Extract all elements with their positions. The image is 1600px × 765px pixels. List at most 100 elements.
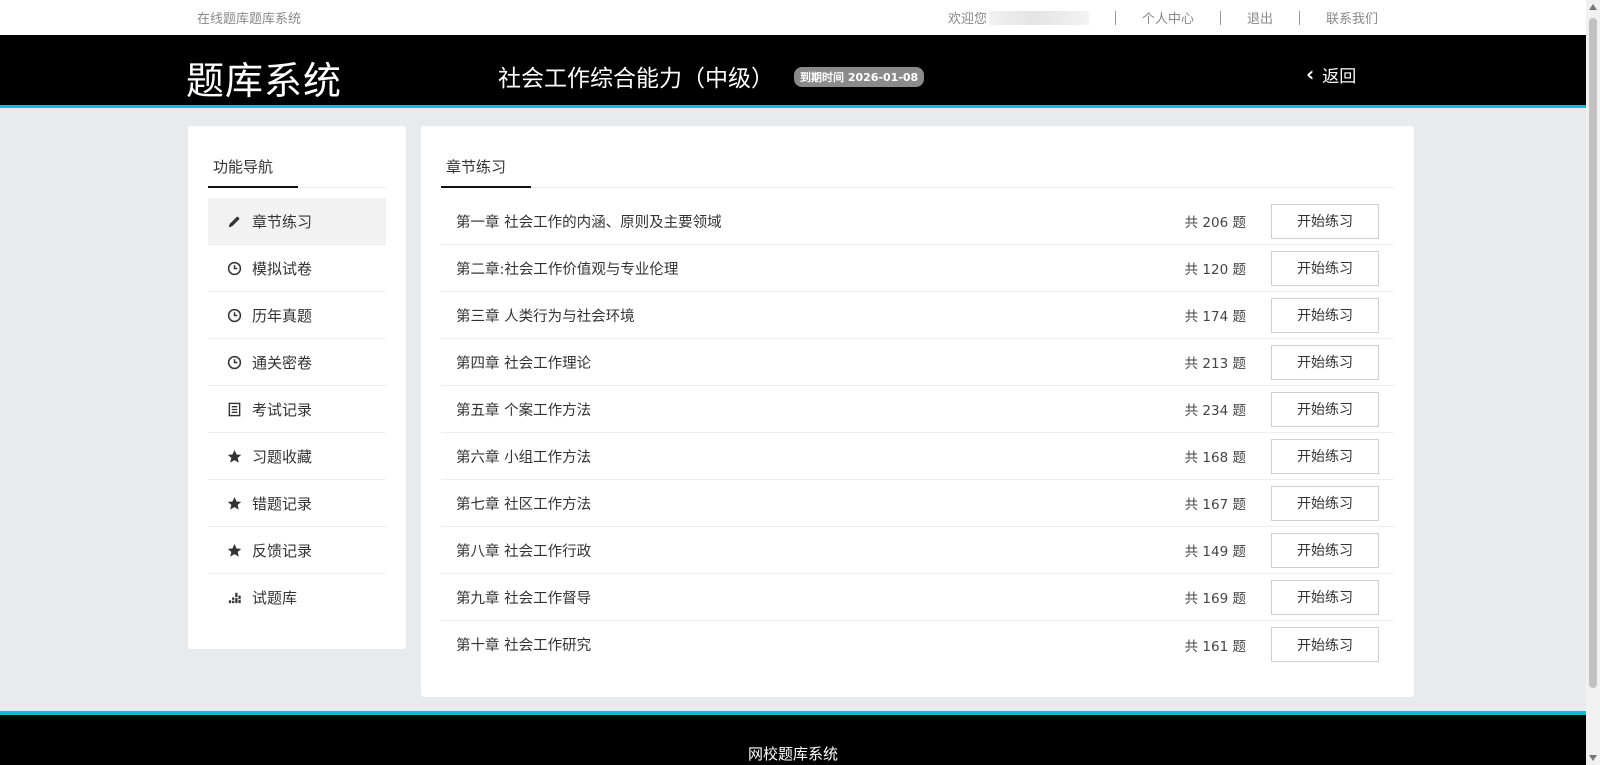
question-count: 共 206 题 (1184, 215, 1246, 231)
scroll-up-arrow-icon[interactable] (1589, 4, 1597, 10)
star-icon (226, 542, 242, 558)
chapter-name: 第四章 社会工作理论 (456, 355, 592, 372)
page: 在线题库题库系统 欢迎您 个人中心 退出 联系我们 题库系统 社会工作综合能力（… (0, 0, 1600, 765)
sidebar-item-secret-papers[interactable]: 通关密卷 (208, 339, 386, 386)
chapter-row: 第五章 个案工作方法 共 234 题 开始练习 (441, 386, 1394, 433)
sidebar-item-wrong-answers[interactable]: 错题记录 (208, 480, 386, 527)
chapter-name: 第一章 社会工作的内涵、原则及主要领域 (456, 214, 722, 231)
sidebar-item-mock-exam[interactable]: 模拟试卷 (208, 245, 386, 292)
sidebar-item-chapter-practice[interactable]: 章节练习 (208, 198, 386, 245)
panel-title: 章节练习 (446, 158, 507, 176)
sidebar-item-label: 反馈记录 (252, 541, 313, 560)
start-practice-button[interactable]: 开始练习 (1271, 297, 1379, 333)
clock-icon (226, 307, 242, 323)
chapter-name: 第九章 社会工作督导 (456, 590, 592, 607)
question-count: 共 234 题 (1184, 403, 1246, 419)
sidebar-title: 功能导航 (213, 158, 274, 176)
scrollbar-thumb[interactable] (1589, 18, 1597, 688)
start-practice-button[interactable]: 开始练习 (1271, 203, 1379, 239)
top-utility-bar: 在线题库题库系统 欢迎您 个人中心 退出 联系我们 (0, 0, 1586, 35)
divider (1219, 10, 1221, 25)
back-label: 返回 (1322, 67, 1357, 87)
sidebar-item-label: 通关密卷 (252, 353, 313, 372)
start-practice-button[interactable]: 开始练习 (1271, 532, 1379, 568)
chapter-name: 第十章 社会工作研究 (456, 638, 592, 654)
chapter-list: 第一章 社会工作的内涵、原则及主要领域 共 206 题 开始练习 第二章:社会工… (441, 198, 1394, 668)
sidebar-item-label: 试题库 (252, 589, 298, 607)
sidebar-item-label: 错题记录 (252, 494, 313, 513)
chapter-name: 第八章 社会工作行政 (456, 543, 592, 560)
panel-header: 章节练习 (441, 126, 1394, 188)
sidebar-item-label: 历年真题 (252, 306, 313, 325)
chapter-row: 第十章 社会工作研究 共 161 题 开始练习 (441, 621, 1394, 668)
bar-chart-icon (226, 590, 242, 606)
panel-title-underline (441, 186, 531, 188)
divider (1298, 10, 1300, 25)
site-name: 在线题库题库系统 (197, 12, 302, 27)
back-button[interactable]: ‹ 返回 (1306, 62, 1356, 87)
question-count: 共 167 题 (1184, 497, 1246, 513)
footer: 网校题库系统 (0, 711, 1586, 765)
list-icon (226, 401, 242, 417)
chapter-name: 第七章 社区工作方法 (456, 496, 592, 513)
expire-badge: 到期时间 2026-01-08 (794, 67, 925, 87)
sidebar-item-label: 模拟试卷 (252, 259, 313, 278)
chapter-row: 第二章:社会工作价值观与专业伦理 共 120 题 开始练习 (441, 245, 1394, 292)
divider (1114, 10, 1116, 25)
brand-title: 题库系统 (186, 59, 343, 103)
top-links: 欢迎您 个人中心 退出 联系我们 (948, 8, 1378, 27)
sidebar-title-underline (208, 186, 298, 188)
footer-text: 网校题库系统 (747, 745, 838, 763)
sidebar-item-label: 章节练习 (252, 212, 313, 231)
question-count: 共 120 题 (1184, 262, 1246, 278)
header: 题库系统 社会工作综合能力（中级） 到期时间 2026-01-08 ‹ 返回 (0, 35, 1586, 108)
chapter-row: 第六章 小组工作方法 共 168 题 开始练习 (441, 433, 1394, 480)
contact-us-link[interactable]: 联系我们 (1326, 8, 1378, 27)
chapter-name: 第三章 人类行为与社会环境 (456, 308, 635, 325)
chapter-row: 第四章 社会工作理论 共 213 题 开始练习 (441, 339, 1394, 386)
scroll-down-arrow-icon[interactable] (1589, 755, 1597, 761)
sidebar-item-exam-records[interactable]: 考试记录 (208, 386, 386, 433)
sidebar-nav: 章节练习 模拟试卷 历年真题 通关密卷 考试记录 习题收藏 错题记录 反馈记录 … (208, 198, 386, 621)
sidebar-item-past-exams[interactable]: 历年真题 (208, 292, 386, 339)
username-redacted (988, 10, 1089, 25)
start-practice-button[interactable]: 开始练习 (1271, 250, 1379, 286)
chapter-row: 第三章 人类行为与社会环境 共 174 题 开始练习 (441, 292, 1394, 339)
question-count: 共 161 题 (1184, 638, 1246, 655)
welcome-label: 欢迎您 (947, 12, 987, 27)
sidebar-item-question-bank[interactable]: 试题库 (208, 574, 386, 621)
question-count: 共 213 题 (1184, 356, 1246, 372)
start-practice-button[interactable]: 开始练习 (1271, 627, 1379, 662)
start-practice-button[interactable]: 开始练习 (1271, 485, 1379, 521)
chapter-row: 第九章 社会工作督导 共 169 题 开始练习 (441, 574, 1394, 621)
sidebar: 功能导航 章节练习 模拟试卷 历年真题 通关密卷 考试记录 习题收藏 错题记录 … (188, 126, 406, 649)
page-scrollbar[interactable] (1586, 0, 1600, 765)
chapter-name: 第五章 个案工作方法 (456, 402, 592, 419)
pencil-icon (226, 213, 242, 229)
sidebar-item-feedback[interactable]: 反馈记录 (208, 527, 386, 574)
question-count: 共 174 题 (1184, 309, 1246, 325)
start-practice-button[interactable]: 开始练习 (1271, 391, 1379, 427)
chapter-name: 第六章 小组工作方法 (456, 449, 592, 466)
chapter-name: 第二章:社会工作价值观与专业伦理 (456, 261, 679, 278)
chapter-practice-panel: 章节练习 第一章 社会工作的内涵、原则及主要领域 共 206 题 开始练习 第二… (421, 126, 1414, 697)
start-practice-button[interactable]: 开始练习 (1271, 438, 1379, 474)
clock-icon (226, 354, 242, 370)
sidebar-item-favorites[interactable]: 习题收藏 (208, 433, 386, 480)
course-header: 社会工作综合能力（中级） 到期时间 2026-01-08 (498, 59, 925, 93)
welcome-text: 欢迎您 (948, 8, 1089, 27)
sidebar-header: 功能导航 (208, 126, 386, 188)
logout-link[interactable]: 退出 (1247, 8, 1273, 27)
chapter-row: 第七章 社区工作方法 共 167 题 开始练习 (441, 480, 1394, 527)
personal-center-link[interactable]: 个人中心 (1142, 8, 1194, 27)
star-icon (226, 448, 242, 464)
clock-icon (226, 260, 242, 276)
chapter-row: 第八章 社会工作行政 共 149 题 开始练习 (441, 527, 1394, 574)
sidebar-item-label: 考试记录 (252, 400, 313, 419)
start-practice-button[interactable]: 开始练习 (1271, 344, 1379, 380)
question-count: 共 169 题 (1184, 591, 1246, 607)
question-count: 共 149 题 (1184, 544, 1246, 560)
sidebar-item-label: 习题收藏 (252, 447, 313, 466)
chapter-row: 第一章 社会工作的内涵、原则及主要领域 共 206 题 开始练习 (441, 198, 1394, 245)
start-practice-button[interactable]: 开始练习 (1271, 579, 1379, 615)
